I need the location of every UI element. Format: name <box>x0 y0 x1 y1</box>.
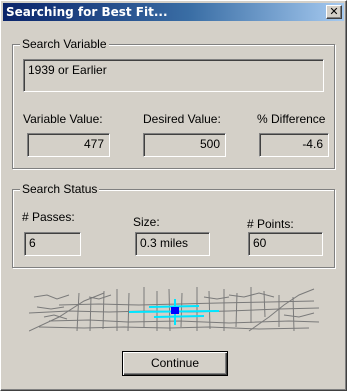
variable-value-text: 477 <box>83 137 104 151</box>
passes-label: # Passes: <box>22 210 75 224</box>
difference-label: % Difference <box>257 112 326 126</box>
desired-value-text: 500 <box>199 137 220 151</box>
variable-name-text: 1939 or Earlier <box>28 63 107 77</box>
search-variable-group-label: Search Variable <box>20 37 109 51</box>
points-label: # Points: <box>247 217 294 231</box>
passes-value-field: 6 <box>24 232 81 256</box>
points-value-text: 60 <box>253 236 267 250</box>
desired-value-label: Desired Value: <box>143 112 221 126</box>
search-status-group: Search Status # Passes: 6 Size: 0.3 mile… <box>12 182 335 268</box>
difference-value-text: -4.6 <box>302 137 323 151</box>
variable-value-label: Variable Value: <box>23 112 103 126</box>
search-status-group-label: Search Status <box>20 182 100 196</box>
size-label: Size: <box>133 215 160 229</box>
street-map-preview <box>29 287 319 333</box>
continue-button-label: Continue <box>150 356 200 370</box>
search-dialog: Searching for Best Fit... ✕ Search Varia… <box>0 0 347 391</box>
dialog-title: Searching for Best Fit... <box>6 5 168 19</box>
continue-button[interactable]: Continue <box>122 351 228 376</box>
close-button[interactable]: ✕ <box>326 5 342 19</box>
title-bar[interactable]: Searching for Best Fit... ✕ <box>3 3 344 21</box>
passes-value-text: 6 <box>29 236 36 250</box>
size-value-field: 0.3 miles <box>135 232 210 256</box>
search-variable-group: Search Variable 1939 or Earlier Variable… <box>12 37 335 169</box>
variable-value-field: 477 <box>27 133 110 157</box>
difference-value-field: -4.6 <box>259 133 329 157</box>
size-value-text: 0.3 miles <box>140 236 189 250</box>
street-map-icon <box>29 287 319 332</box>
close-icon: ✕ <box>329 5 339 18</box>
points-value-field: 60 <box>248 232 323 256</box>
desired-value-field: 500 <box>143 133 226 157</box>
variable-name-field: 1939 or Earlier <box>23 59 324 92</box>
